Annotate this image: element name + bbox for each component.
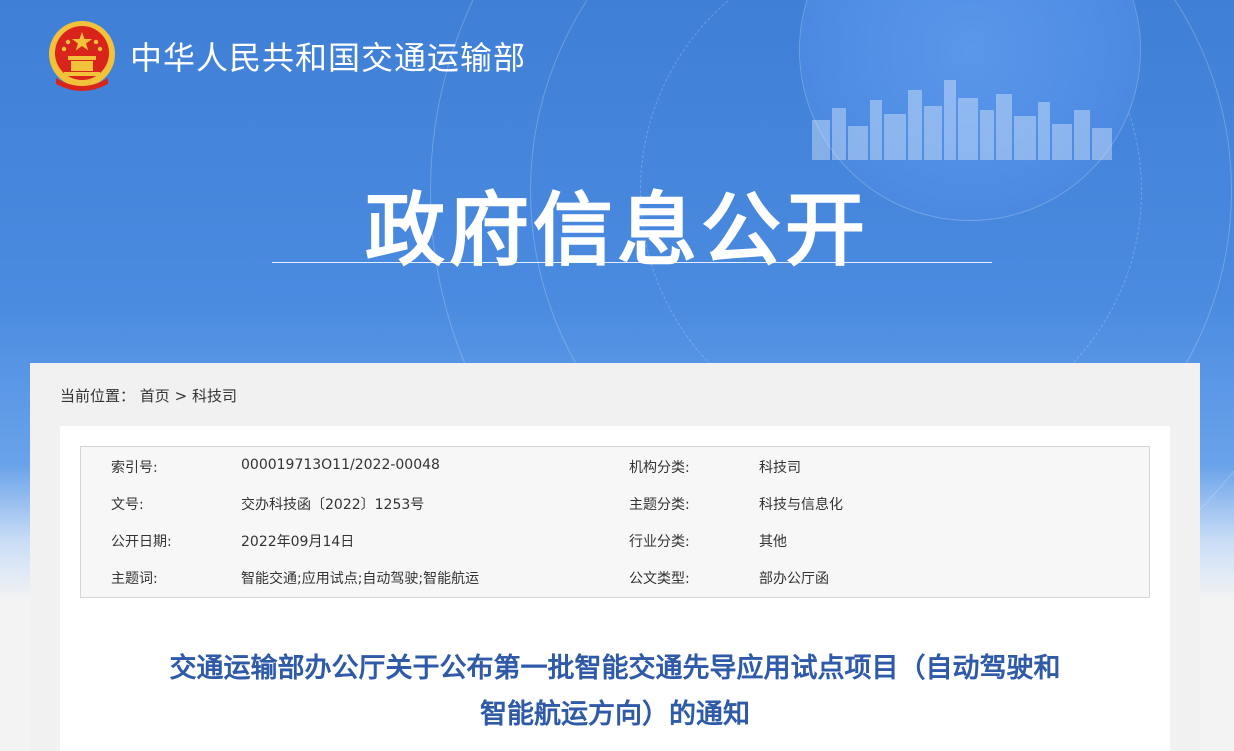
breadcrumb-label: 当前位置： xyxy=(60,387,136,405)
metadata-table: 索引号: 000019713O11/2022-00048 机构分类: 科技司 文… xyxy=(80,446,1150,598)
metadata-row: 主题词: 智能交通;应用试点;自动驾驶;智能航运 公文类型: 部办公厅函 xyxy=(81,558,1149,595)
document-number-value: 交办科技函〔2022〕1253号 xyxy=(241,497,425,513)
metadata-row: 文号: 交办科技函〔2022〕1253号 主题分类: 科技与信息化 xyxy=(81,484,1149,521)
document-type-label: 公文类型: xyxy=(629,571,690,587)
document-number-label: 文号: xyxy=(111,497,144,513)
document-card: 索引号: 000019713O11/2022-00048 机构分类: 科技司 文… xyxy=(60,426,1170,751)
keywords-label: 主题词: xyxy=(111,571,158,587)
breadcrumb: 当前位置： 首页 > 科技司 xyxy=(60,385,237,406)
index-number-label: 索引号: xyxy=(111,460,158,476)
industry-category-value: 其他 xyxy=(759,534,787,550)
document-title: 交通运输部办公厅关于公布第一批智能交通先导应用试点项目（自动驾驶和 智能航运方向… xyxy=(60,646,1170,738)
national-emblem-icon xyxy=(49,21,115,91)
publish-date-label: 公开日期: xyxy=(111,534,172,550)
metadata-row: 公开日期: 2022年09月14日 行业分类: 其他 xyxy=(81,521,1149,558)
industry-category-label: 行业分类: xyxy=(629,534,690,550)
topic-category-value: 科技与信息化 xyxy=(759,497,843,513)
site-name: 中华人民共和国交通运输部 xyxy=(130,39,527,77)
agency-category-label: 机构分类: xyxy=(629,460,690,476)
document-title-line: 智能航运方向）的通知 xyxy=(480,699,750,730)
document-title-line: 交通运输部办公厅关于公布第一批智能交通先导应用试点项目（自动驾驶和 xyxy=(169,653,1061,684)
breadcrumb-separator: > xyxy=(174,387,188,405)
keywords-value: 智能交通;应用试点;自动驾驶;智能航运 xyxy=(241,571,480,587)
title-underline xyxy=(272,262,992,263)
breadcrumb-home-link[interactable]: 首页 xyxy=(140,387,170,405)
metadata-row: 索引号: 000019713O11/2022-00048 机构分类: 科技司 xyxy=(81,447,1149,484)
section-title: 政府信息公开 xyxy=(365,184,869,277)
agency-category-value: 科技司 xyxy=(759,460,801,476)
site-brand[interactable]: 中华人民共和国交通运输部 xyxy=(46,18,526,94)
topic-category-label: 主题分类: xyxy=(629,497,690,513)
index-number-value: 000019713O11/2022-00048 xyxy=(241,457,440,473)
content-panel: 当前位置： 首页 > 科技司 索引号: 000019713O11/2022-00… xyxy=(30,363,1200,751)
document-type-value: 部办公厅函 xyxy=(759,571,829,587)
city-skyline-icon xyxy=(812,80,1112,160)
breadcrumb-department-link[interactable]: 科技司 xyxy=(192,387,237,405)
publish-date-value: 2022年09月14日 xyxy=(241,534,355,550)
